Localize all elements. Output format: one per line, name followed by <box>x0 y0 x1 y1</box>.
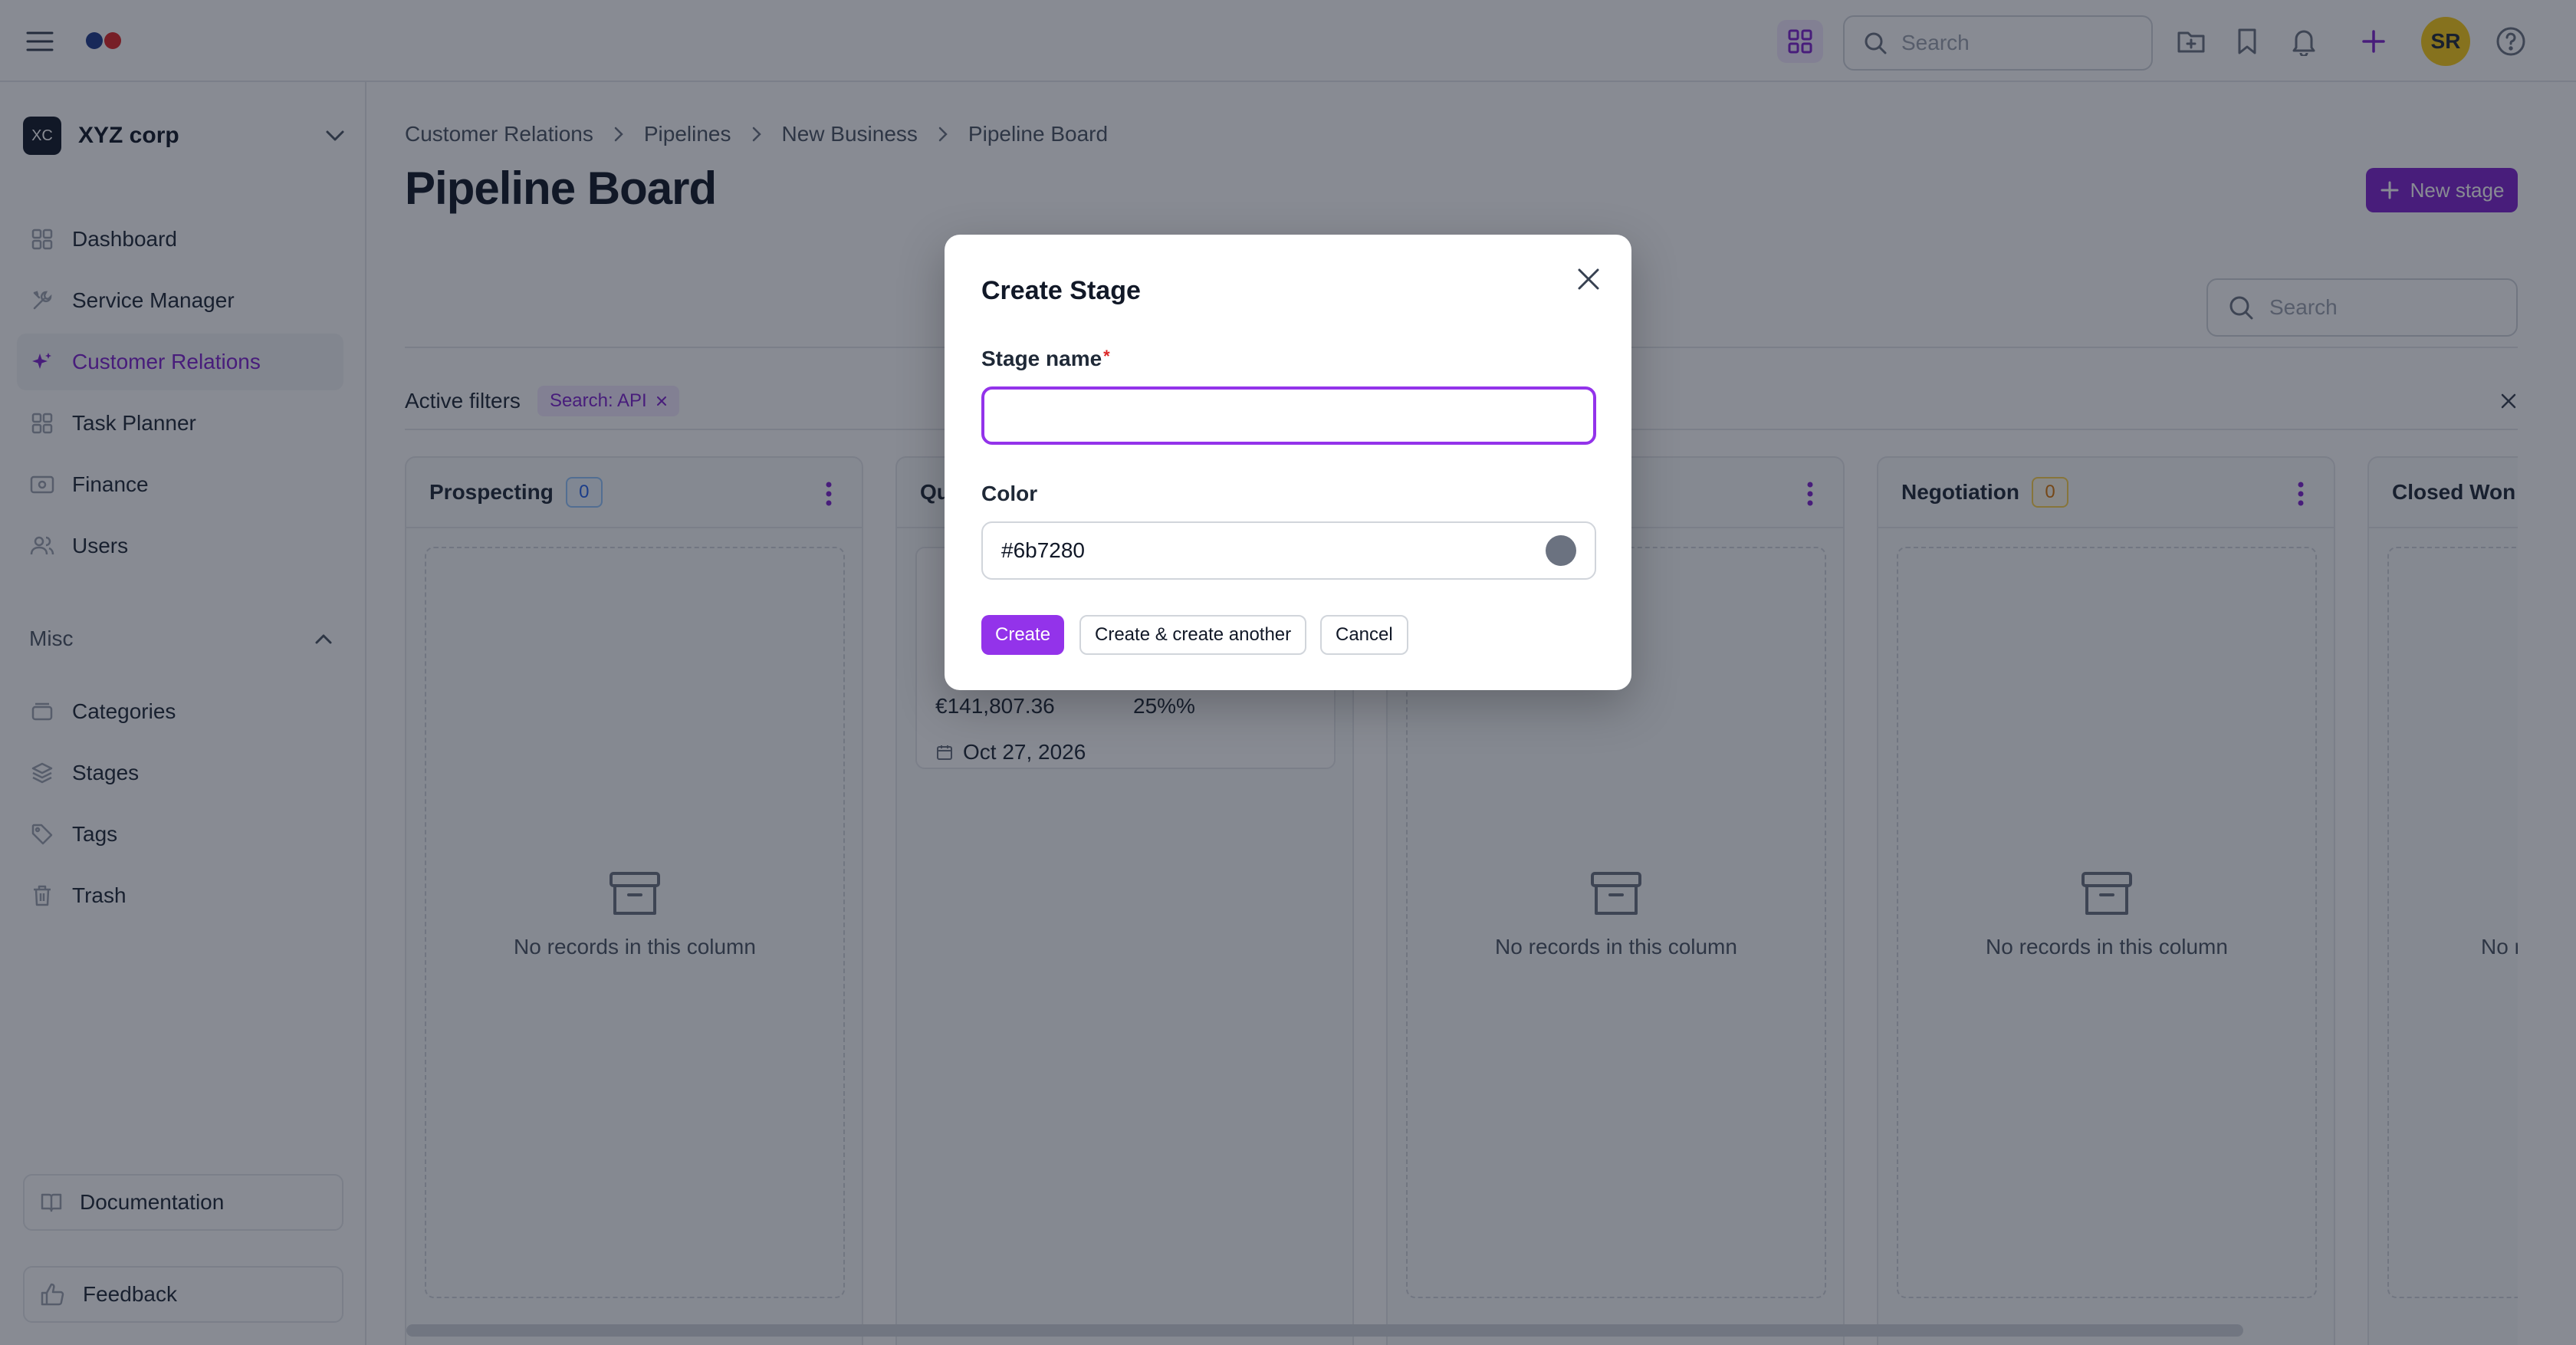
create-stage-dialog: Create Stage Stage name* Color #6b7280 C… <box>945 235 1631 690</box>
required-mark: * <box>1103 347 1110 366</box>
stage-name-input[interactable] <box>981 386 1596 445</box>
close-icon[interactable] <box>1573 264 1604 294</box>
create-another-button[interactable]: Create & create another <box>1079 615 1307 655</box>
dialog-title: Create Stage <box>981 276 1141 305</box>
create-button[interactable]: Create <box>981 615 1065 655</box>
cancel-button[interactable]: Cancel <box>1320 615 1408 655</box>
color-value: #6b7280 <box>1001 538 1086 562</box>
stage-name-label-text: Stage name <box>981 347 1102 370</box>
color-picker-field[interactable]: #6b7280 <box>981 521 1596 580</box>
color-label: Color <box>981 482 1038 505</box>
stage-name-label: Stage name* <box>981 347 1110 371</box>
color-swatch[interactable] <box>1546 535 1576 566</box>
